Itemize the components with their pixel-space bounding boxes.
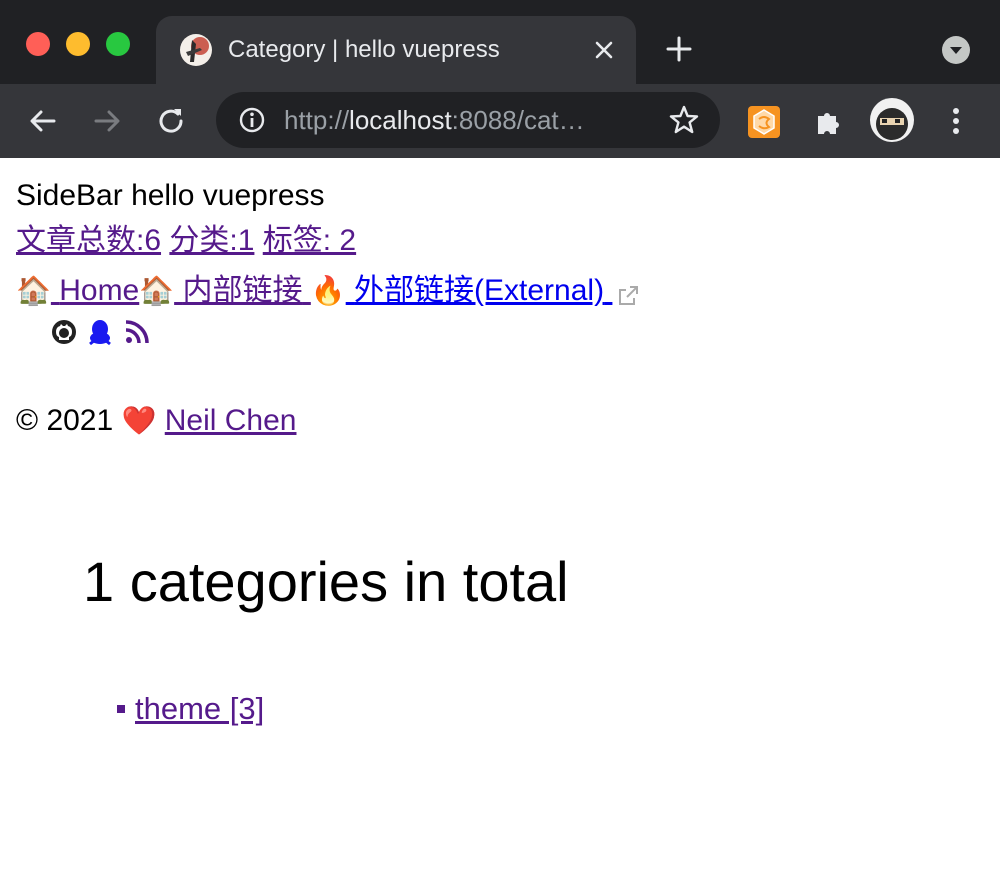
sidebar-title: SideBar hello vuepress xyxy=(16,179,325,212)
profile-avatar[interactable] xyxy=(870,98,914,142)
window-maximize-button[interactable] xyxy=(106,32,130,56)
copyright-text: © 2021 xyxy=(16,404,114,437)
browser-toolbar: http://localhost:8088/cat… xyxy=(0,84,1000,158)
category-count-link[interactable]: 分类:1 xyxy=(169,224,254,257)
nav-external-link[interactable]: 🔥 外部链接(External) xyxy=(311,274,613,307)
tab-search-icon[interactable] xyxy=(942,36,970,64)
category-link[interactable]: theme [3] xyxy=(117,691,264,726)
author-link[interactable]: Neil Chen xyxy=(165,404,297,437)
category-item: theme [3] xyxy=(117,690,264,728)
bullet-icon xyxy=(117,704,125,713)
back-arrow-icon[interactable] xyxy=(26,104,60,138)
social-links xyxy=(50,318,155,348)
url-text[interactable]: http://localhost:8088/cat… xyxy=(284,104,585,136)
bookmark-star-icon[interactable] xyxy=(668,104,700,136)
tab-strip: Category | hello vuepress xyxy=(0,0,1000,84)
sidebar-stats: 文章总数:6 分类:1 标签: 2 xyxy=(16,222,356,260)
heart-icon: ❤️ xyxy=(121,405,157,436)
nav-links: 🏠 Home🏠 内部链接 🔥 外部链接(External) xyxy=(16,272,640,310)
page-content: SideBar hello vuepress 文章总数:6 分类:1 标签: 2… xyxy=(0,158,1000,876)
reload-icon[interactable] xyxy=(154,104,188,138)
tag-count-link[interactable]: 标签: 2 xyxy=(263,224,356,257)
external-link-icon xyxy=(616,280,640,306)
rss-icon[interactable] xyxy=(123,318,151,346)
github-icon[interactable] xyxy=(50,318,78,346)
site-info-icon[interactable] xyxy=(238,106,266,134)
tab-title: Category | hello vuepress xyxy=(228,36,500,63)
nav-home-link[interactable]: 🏠 Home xyxy=(16,274,139,307)
extension-icon[interactable] xyxy=(748,106,780,138)
browser-window: Category | hello vuepress http://localho… xyxy=(0,0,1000,876)
tab-close-icon[interactable] xyxy=(592,38,616,62)
nav-internal-link[interactable]: 🏠 内部链接 xyxy=(139,274,311,307)
footer-copyright: © 2021 ❤️ Neil Chen xyxy=(16,402,296,440)
address-bar[interactable]: http://localhost:8088/cat… xyxy=(216,92,720,148)
article-count-link[interactable]: 文章总数:6 xyxy=(16,224,161,257)
favicon-icon xyxy=(180,34,212,66)
extensions-puzzle-icon[interactable] xyxy=(812,106,844,138)
forward-arrow-icon[interactable] xyxy=(90,104,124,138)
qq-icon[interactable] xyxy=(86,318,114,346)
new-tab-icon[interactable] xyxy=(664,34,694,64)
menu-kebab-icon[interactable] xyxy=(942,104,970,138)
categories-heading: 1 categories in total xyxy=(83,550,569,613)
active-tab[interactable]: Category | hello vuepress xyxy=(156,16,636,84)
window-close-button[interactable] xyxy=(26,32,50,56)
window-minimize-button[interactable] xyxy=(66,32,90,56)
